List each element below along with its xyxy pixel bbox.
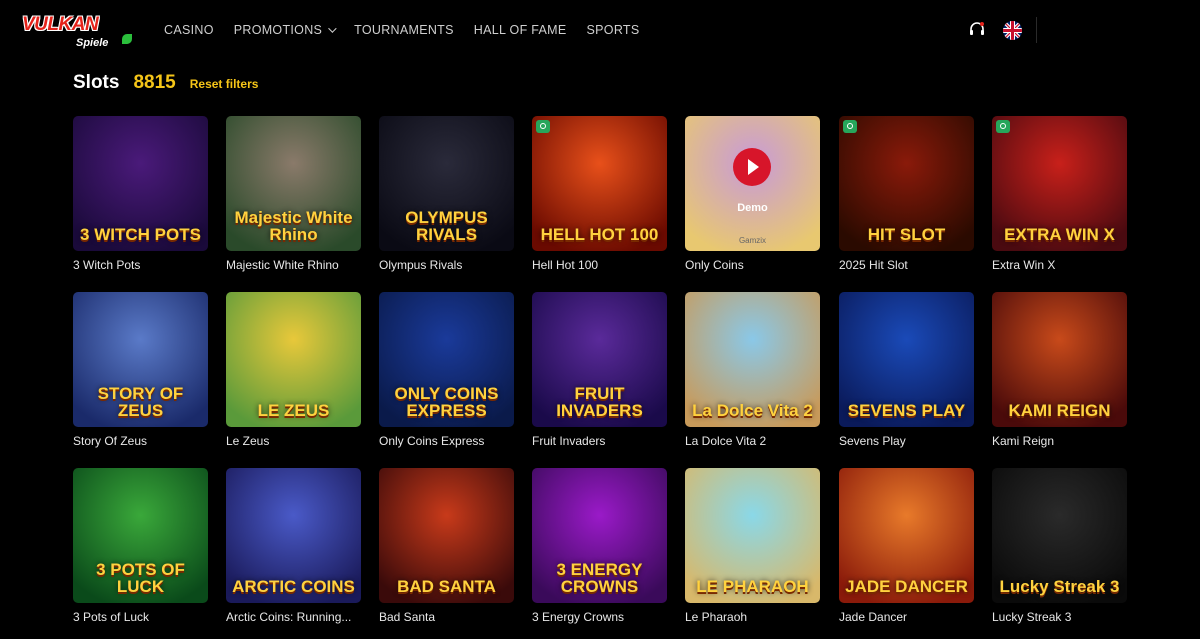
game-tile[interactable]: HIT SLOT	[839, 116, 974, 251]
nav-sports[interactable]: SPORTS	[587, 23, 640, 37]
game-tile[interactable]: SEVENS PLAY	[839, 292, 974, 427]
game-title[interactable]: La Dolce Vita 2	[685, 434, 766, 448]
game-tile[interactable]: 3 ENERGY CROWNS	[532, 468, 667, 603]
game-title[interactable]: 3 Witch Pots	[73, 258, 140, 272]
main-nav: CASINO PROMOTIONS TOURNAMENTS HALL OF FA…	[164, 23, 660, 37]
game-tile[interactable]: JADE DANCER	[839, 468, 974, 603]
nav-sports-label: SPORTS	[586, 23, 640, 37]
logo-subtitle: Spiele	[76, 37, 109, 49]
game-tile[interactable]: KAMI REIGN	[992, 292, 1127, 427]
game-title[interactable]: Majestic White Rhino	[226, 258, 339, 272]
game-title[interactable]: Olympus Rivals	[379, 258, 462, 272]
game-title[interactable]: Only Coins	[685, 258, 744, 272]
game-title[interactable]: Extra Win X	[992, 258, 1055, 272]
game-logo-text: ARCTIC COINS	[232, 577, 355, 596]
game-tile[interactable]: ARCTIC COINS	[226, 468, 361, 603]
game-tile[interactable]: 3 WITCH POTS	[73, 116, 208, 251]
game-tile[interactable]: STORY OF ZEUS	[73, 292, 208, 427]
game-logo-text: HIT SLOT	[867, 225, 946, 244]
game-logo-text: STORY OF ZEUS	[97, 384, 184, 420]
section-title-row: Slots 8815 Reset filters	[73, 72, 258, 94]
game-title[interactable]: Bad Santa	[379, 610, 435, 624]
game-title[interactable]: 3 Energy Crowns	[532, 610, 624, 624]
game-title[interactable]: Le Zeus	[226, 434, 269, 448]
game-title[interactable]: Jade Dancer	[839, 610, 907, 624]
game-logo-text: SEVENS PLAY	[847, 401, 966, 420]
game-title[interactable]: Hell Hot 100	[532, 258, 598, 272]
game-count: 8815	[133, 72, 176, 93]
game-tile[interactable]: La Dolce Vita 2	[685, 292, 820, 427]
game-tile[interactable]: Lucky Streak 3	[992, 468, 1127, 603]
game-title[interactable]: Only Coins Express	[379, 434, 484, 448]
game-logo-text: ONLY COINS EXPRESS	[394, 384, 499, 420]
game-logo-text: 3 POTS OF LUCK	[96, 560, 185, 596]
game-title[interactable]: Lucky Streak 3	[992, 610, 1071, 624]
game-title[interactable]: Arctic Coins: Running...	[226, 610, 351, 624]
game-logo-text: Lucky Streak 3	[999, 577, 1120, 596]
game-logo-text: 3 WITCH POTS	[80, 225, 201, 244]
game-tile[interactable]: 3 POTS OF LUCK	[73, 468, 208, 603]
game-tile[interactable]: ONLY COINS EXPRESS	[379, 292, 514, 427]
nav-hall-of-fame-label: HALL OF FAME	[473, 23, 567, 37]
game-tile[interactable]: BAD SANTA	[379, 468, 514, 603]
game-logo-text: La Dolce Vita 2	[692, 401, 813, 420]
game-logo-text: LE PHARAOH	[696, 577, 809, 596]
game-tile[interactable]: FRUIT INVADERS	[532, 292, 667, 427]
nav-promotions-label: PROMOTIONS	[233, 23, 323, 37]
nav-promotions[interactable]: PROMOTIONS	[233, 23, 337, 37]
header-divider	[1036, 17, 1037, 43]
nav-tournaments[interactable]: TOURNAMENTS	[354, 23, 454, 37]
game-title[interactable]: Kami Reign	[992, 434, 1054, 448]
game-logo-text: HELL HOT 100	[540, 225, 659, 244]
game-logo-text: KAMI REIGN	[1008, 401, 1111, 420]
game-tile[interactable]: Majestic White Rhino	[226, 116, 361, 251]
game-logo-text: JADE DANCER	[845, 577, 968, 596]
feature-badge-icon	[536, 120, 550, 133]
game-title[interactable]: Fruit Invaders	[532, 434, 605, 448]
site-header: VULKAN Spiele CASINO PROMOTIONS TOURNAME…	[0, 0, 1200, 62]
game-title[interactable]: Story Of Zeus	[73, 434, 147, 448]
nav-casino[interactable]: CASINO	[164, 23, 214, 37]
page-title: Slots	[73, 72, 120, 93]
game-title[interactable]: 3 Pots of Luck	[73, 610, 149, 624]
game-tile[interactable]: Demo Gamzix	[685, 116, 820, 251]
demo-label[interactable]: Demo	[685, 202, 820, 214]
game-logo-text: LE ZEUS	[257, 401, 330, 420]
game-logo-text: 3 ENERGY CROWNS	[556, 560, 643, 596]
feature-badge-icon	[843, 120, 857, 133]
chevron-down-icon	[328, 24, 337, 33]
nav-tournaments-label: TOURNAMENTS	[354, 23, 454, 37]
game-tile[interactable]: LE PHARAOH	[685, 468, 820, 603]
game-title[interactable]: Sevens Play	[839, 434, 906, 448]
feature-badge-icon	[996, 120, 1010, 133]
game-logo-text: OLYMPUS RIVALS	[405, 208, 488, 244]
uk-flag-icon[interactable]	[1003, 21, 1022, 40]
logo-wordmark: VULKAN	[22, 14, 99, 35]
game-title[interactable]: 2025 Hit Slot	[839, 258, 908, 272]
game-tile[interactable]: OLYMPUS RIVALS	[379, 116, 514, 251]
game-tile[interactable]: EXTRA WIN X	[992, 116, 1127, 251]
support-headset-icon[interactable]	[968, 21, 986, 39]
nav-hall-of-fame[interactable]: HALL OF FAME	[474, 23, 567, 37]
nav-casino-label: CASINO	[164, 23, 214, 37]
provider-label: Gamzix	[738, 236, 767, 245]
game-tile[interactable]: HELL HOT 100	[532, 116, 667, 251]
game-logo-text: FRUIT INVADERS	[556, 384, 643, 420]
logo-leaf-icon	[122, 34, 132, 44]
game-title[interactable]: Le Pharaoh	[685, 610, 747, 624]
reset-filters-link[interactable]: Reset filters	[190, 77, 259, 91]
game-logo-text: EXTRA WIN X	[1004, 225, 1115, 244]
game-logo-text: Majestic White Rhino	[234, 208, 353, 244]
game-logo-text: BAD SANTA	[397, 577, 496, 596]
vulkan-spiele-logo[interactable]: VULKAN Spiele	[22, 12, 132, 52]
play-icon[interactable]	[733, 148, 771, 186]
game-tile[interactable]: LE ZEUS	[226, 292, 361, 427]
